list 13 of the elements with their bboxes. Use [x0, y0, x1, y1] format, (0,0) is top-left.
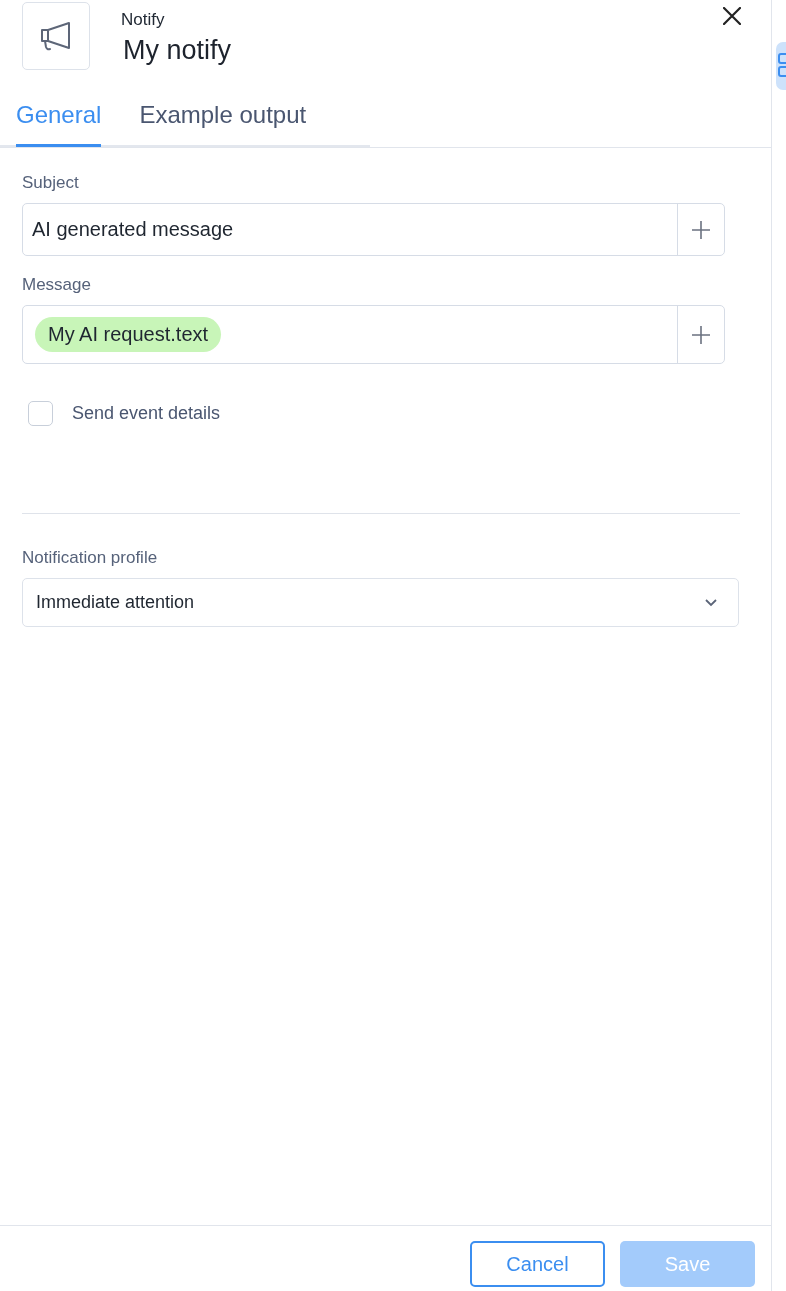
- checkbox-label: Send event details: [72, 403, 221, 424]
- panel-subtitle: Notify: [121, 9, 166, 31]
- close-icon[interactable]: [723, 7, 741, 25]
- megaphone-icon: [22, 2, 90, 70]
- chevron-down-icon: [705, 598, 717, 607]
- checkbox[interactable]: [28, 401, 53, 426]
- field-label: Subject: [22, 172, 79, 194]
- grid-icon[interactable]: [776, 42, 786, 90]
- panel-title: My notify: [123, 34, 232, 67]
- profile-dropdown[interactable]: Immediate attention: [22, 578, 739, 627]
- field-label: Message: [22, 274, 91, 296]
- field-label: Notification profile: [22, 547, 158, 569]
- tab[interactable]: Example output: [139, 100, 307, 147]
